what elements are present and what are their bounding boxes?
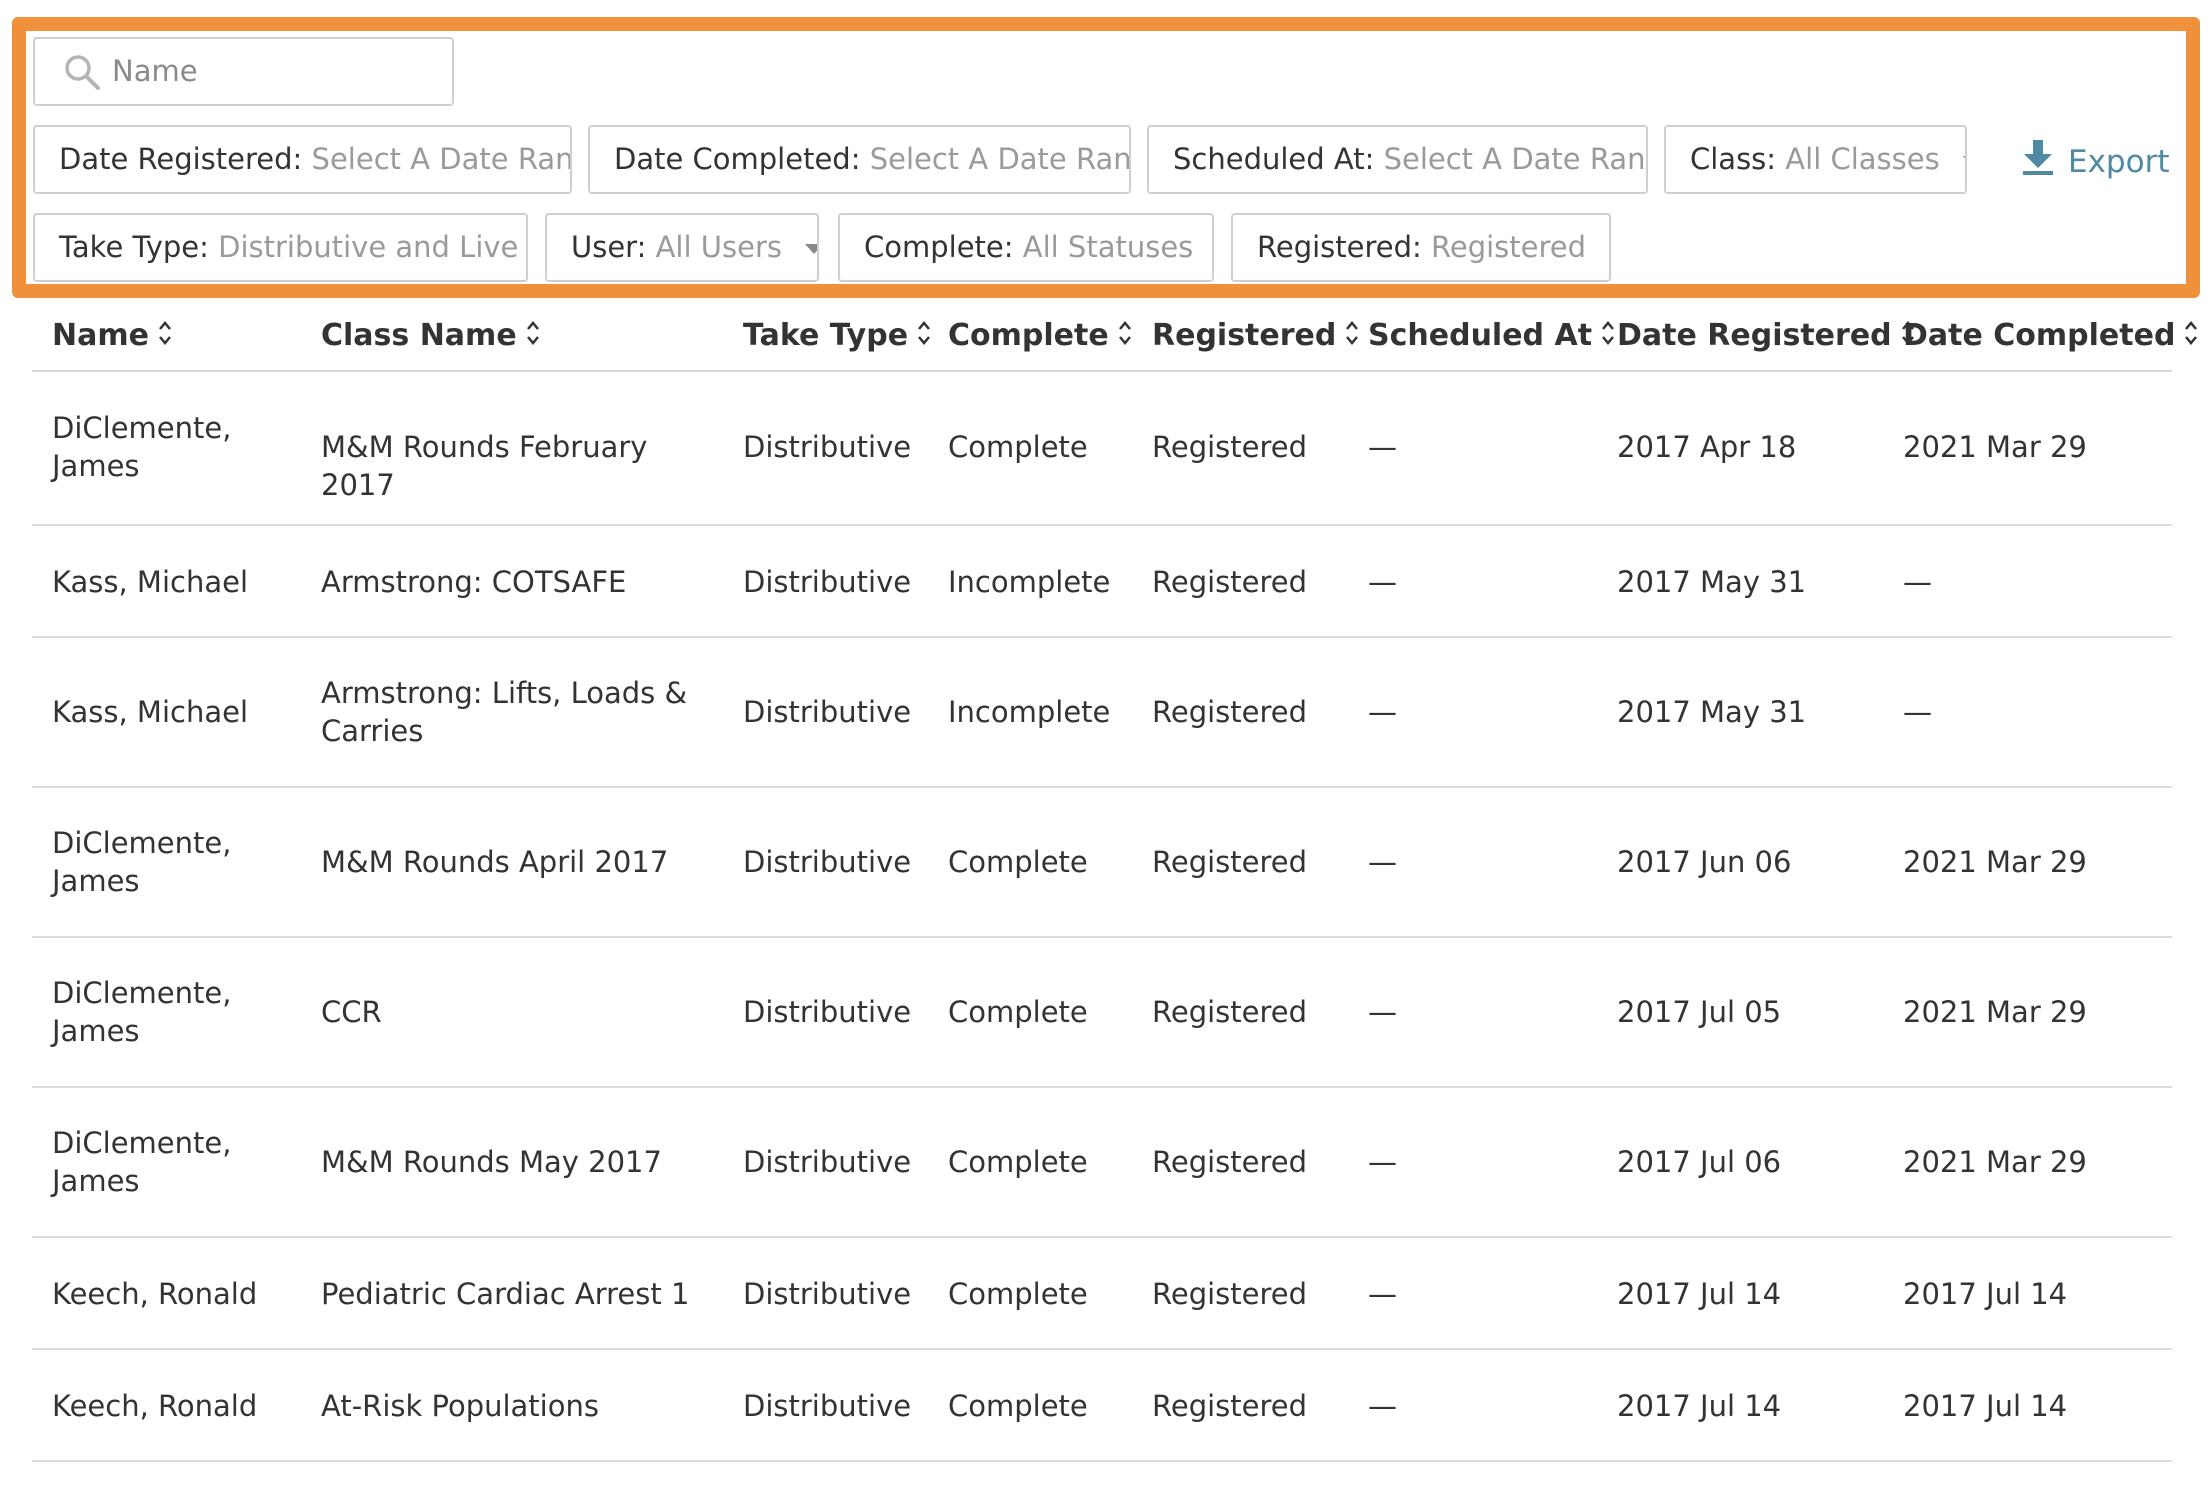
column-header-scheduled-at[interactable]: Scheduled At xyxy=(1368,316,1616,356)
cell-scheduled-at: — xyxy=(1368,1145,1397,1179)
column-label: Class Name xyxy=(321,318,517,353)
column-label: Scheduled At xyxy=(1368,318,1593,353)
cell-date-completed: — xyxy=(1903,695,1932,729)
column-header-complete[interactable]: Complete xyxy=(948,316,1133,356)
cell-name: Kass, Michael xyxy=(52,695,249,729)
table-row[interactable]: Kass, Michael Armstrong: COTSAFE Distrib… xyxy=(0,526,2212,638)
column-label: Date Registered xyxy=(1617,318,1892,353)
table-row[interactable]: DiClemente, James M&M Rounds April 2017 … xyxy=(0,788,2212,938)
table-row[interactable]: Keech, Ronald Pediatric Cardiac Arrest 1… xyxy=(0,1238,2212,1350)
cell-date-registered: 2017 May 31 xyxy=(1617,695,1807,729)
cell-scheduled-at: — xyxy=(1368,430,1397,464)
cell-scheduled-at: — xyxy=(1368,1277,1397,1311)
column-header-name[interactable]: Name xyxy=(52,316,173,356)
table-row[interactable]: DiClemente, James M&M Rounds May 2017 Di… xyxy=(0,1088,2212,1238)
sort-icon xyxy=(1346,321,1359,345)
cell-name: Keech, Ronald xyxy=(52,1277,258,1311)
column-header-take-type[interactable]: Take Type xyxy=(743,316,932,356)
table-row[interactable]: DiClemente, James M&M Rounds February 20… xyxy=(0,372,2212,526)
cell-registered: Registered xyxy=(1152,1389,1308,1423)
column-label: Registered xyxy=(1152,318,1337,353)
cell-scheduled-at: — xyxy=(1368,845,1397,879)
cell-take-type: Distributive xyxy=(743,1145,912,1179)
cell-date-completed: 2021 Mar 29 xyxy=(1903,845,2087,879)
highlight-frame xyxy=(12,17,2200,298)
sort-icon xyxy=(1602,321,1615,345)
column-label: Date Completed xyxy=(1903,318,2176,353)
cell-name: DiClemente, James xyxy=(52,976,232,1048)
column-header-date-completed[interactable]: Date Completed xyxy=(1903,316,2199,356)
column-label: Complete xyxy=(948,318,1109,353)
report-page: { "search": { "placeholder": "Name" }, "… xyxy=(0,0,2212,1490)
cell-date-registered: 2017 Jul 14 xyxy=(1617,1389,1782,1423)
cell-class-name: At-Risk Populations xyxy=(321,1389,599,1423)
cell-date-registered: 2017 Jul 06 xyxy=(1617,1145,1782,1179)
sort-icon xyxy=(526,321,539,345)
cell-take-type: Distributive xyxy=(743,1277,912,1311)
cell-class-name: Pediatric Cardiac Arrest 1 xyxy=(321,1277,690,1311)
cell-date-completed: 2017 Jul 14 xyxy=(1903,1277,2068,1311)
cell-class-name: M&M Rounds February 2017 xyxy=(321,430,648,502)
cell-date-registered: 2017 May 31 xyxy=(1617,565,1807,599)
column-header-registered[interactable]: Registered xyxy=(1152,316,1360,356)
cell-date-completed: 2017 Jul 14 xyxy=(1903,1389,2068,1423)
column-header-date-registered[interactable]: Date Registered xyxy=(1617,316,1916,356)
table-row[interactable]: DiClemente, James CCR Distributive Compl… xyxy=(0,938,2212,1088)
cell-complete: Complete xyxy=(948,1389,1088,1423)
cell-registered: Registered xyxy=(1152,430,1308,464)
cell-complete: Complete xyxy=(948,430,1088,464)
cell-class-name: M&M Rounds May 2017 xyxy=(321,1145,662,1179)
cell-class-name: Armstrong: COTSAFE xyxy=(321,565,627,599)
cell-name: DiClemente, James xyxy=(52,411,232,483)
cell-complete: Complete xyxy=(948,1145,1088,1179)
cell-take-type: Distributive xyxy=(743,565,912,599)
cell-registered: Registered xyxy=(1152,695,1308,729)
cell-scheduled-at: — xyxy=(1368,695,1397,729)
cell-take-type: Distributive xyxy=(743,845,912,879)
cell-registered: Registered xyxy=(1152,1145,1308,1179)
cell-take-type: Distributive xyxy=(743,430,912,464)
row-divider xyxy=(32,1460,2172,1462)
cell-date-completed: 2021 Mar 29 xyxy=(1903,995,2087,1029)
cell-date-completed: 2021 Mar 29 xyxy=(1903,430,2087,464)
sort-icon xyxy=(1118,321,1131,345)
cell-name: DiClemente, James xyxy=(52,826,232,898)
cell-name: Keech, Ronald xyxy=(52,1389,258,1423)
cell-take-type: Distributive xyxy=(743,1389,912,1423)
cell-name: DiClemente, James xyxy=(52,1126,232,1198)
table-row[interactable]: Keech, Ronald At-Risk Populations Distri… xyxy=(0,1350,2212,1462)
cell-complete: Complete xyxy=(948,995,1088,1029)
cell-date-completed: — xyxy=(1903,565,1932,599)
cell-class-name: CCR xyxy=(321,995,382,1029)
cell-date-registered: 2017 Jun 06 xyxy=(1617,845,1792,879)
column-label: Take Type xyxy=(743,318,909,353)
cell-complete: Complete xyxy=(948,1277,1088,1311)
cell-registered: Registered xyxy=(1152,995,1308,1029)
cell-complete: Complete xyxy=(948,845,1088,879)
cell-registered: Registered xyxy=(1152,565,1308,599)
cell-scheduled-at: — xyxy=(1368,1389,1397,1423)
column-header-class-name[interactable]: Class Name xyxy=(321,316,541,356)
table-row[interactable]: Kass, Michael Armstrong: Lifts, Loads & … xyxy=(0,638,2212,788)
cell-class-name: Armstrong: Lifts, Loads & Carries xyxy=(321,676,688,748)
cell-date-registered: 2017 Apr 18 xyxy=(1617,430,1797,464)
sort-icon xyxy=(159,321,171,345)
cell-scheduled-at: — xyxy=(1368,565,1397,599)
cell-complete: Incomplete xyxy=(948,565,1111,599)
cell-registered: Registered xyxy=(1152,1277,1308,1311)
cell-name: Kass, Michael xyxy=(52,565,249,599)
column-label: Name xyxy=(52,318,149,353)
cell-complete: Incomplete xyxy=(948,695,1111,729)
cell-date-completed: 2021 Mar 29 xyxy=(1903,1145,2087,1179)
sort-icon xyxy=(918,321,931,345)
cell-registered: Registered xyxy=(1152,845,1308,879)
cell-date-registered: 2017 Jul 14 xyxy=(1617,1277,1782,1311)
cell-class-name: M&M Rounds April 2017 xyxy=(321,845,669,879)
cell-date-registered: 2017 Jul 05 xyxy=(1617,995,1782,1029)
cell-scheduled-at: — xyxy=(1368,995,1397,1029)
sort-icon xyxy=(2185,321,2198,345)
cell-take-type: Distributive xyxy=(743,695,912,729)
cell-take-type: Distributive xyxy=(743,995,912,1029)
